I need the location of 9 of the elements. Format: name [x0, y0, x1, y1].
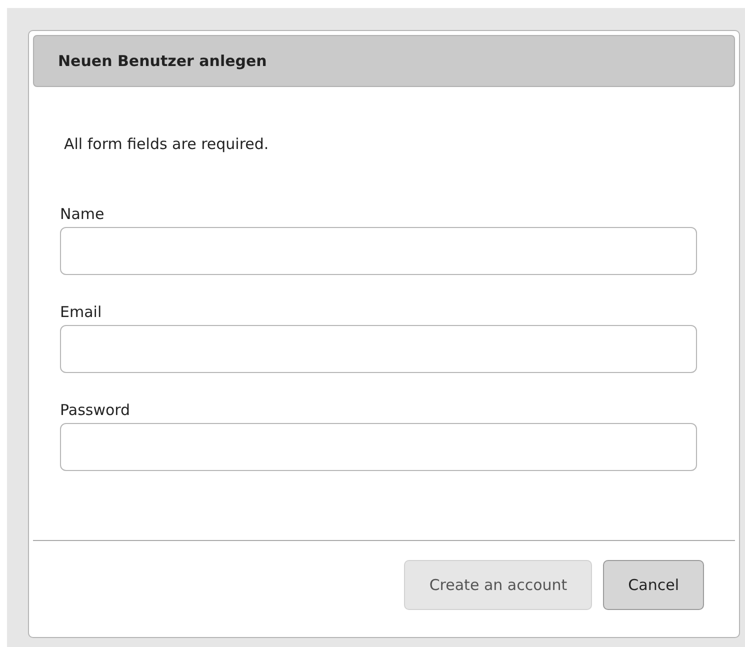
text-field[interactable]: [60, 227, 697, 275]
cancel-button[interactable]: Cancel: [603, 560, 704, 610]
text-field[interactable]: [60, 325, 697, 373]
text-field[interactable]: [60, 423, 697, 471]
field-label: Email: [60, 303, 102, 321]
required-note: All form fields are required.: [64, 135, 269, 153]
field-label: Name: [60, 205, 104, 223]
dialog-title: Neuen Benutzer anlegen: [33, 35, 735, 87]
field-label: Password: [60, 401, 130, 419]
